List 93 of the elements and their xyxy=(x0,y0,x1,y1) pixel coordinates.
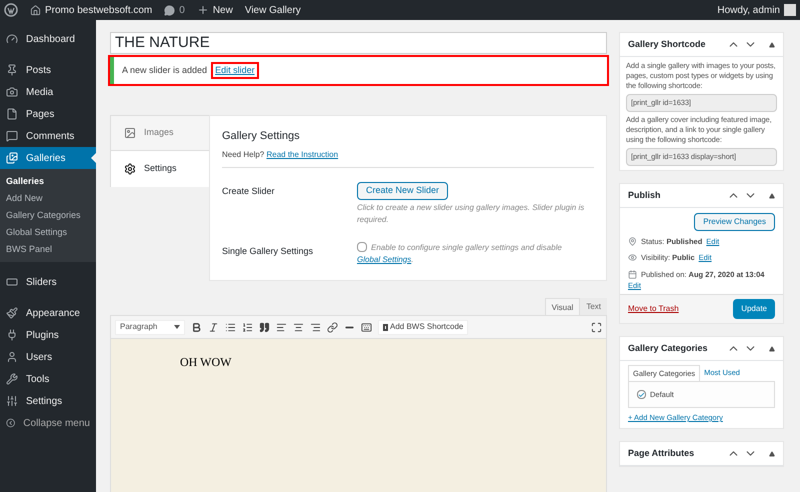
menu-item[interactable]: Posts xyxy=(0,59,96,81)
collapse-icon xyxy=(6,417,16,429)
gear-icon xyxy=(124,163,136,175)
menu-item[interactable]: Dashboard xyxy=(0,28,96,50)
menu-item[interactable]: Tools xyxy=(0,368,96,390)
editor-content[interactable]: OH WOW xyxy=(110,339,607,492)
brush-icon xyxy=(6,307,18,319)
account-link[interactable]: Howdy, admin xyxy=(717,2,796,18)
plus-icon xyxy=(196,4,209,16)
setting-description: Enable to configure single gallery settings and disable xyxy=(371,242,562,252)
current-arrow-icon xyxy=(91,153,96,163)
new-link[interactable]: New xyxy=(196,2,233,18)
toggle-icon[interactable] xyxy=(769,346,775,352)
logo-icon[interactable] xyxy=(4,3,18,17)
toggle-icon[interactable] xyxy=(769,450,775,457)
bold-icon[interactable] xyxy=(191,322,202,332)
italic-icon[interactable] xyxy=(208,322,219,332)
edit-slider-link[interactable]: Edit slider xyxy=(211,62,259,80)
menu-item[interactable]: Pages xyxy=(0,103,96,125)
box-title: Gallery Shortcode xyxy=(628,38,706,51)
view-gallery-link[interactable]: View Gallery xyxy=(244,2,301,18)
wrench-icon xyxy=(6,373,18,385)
submenu-item[interactable]: Gallery Categories xyxy=(0,207,96,224)
instruction-link[interactable]: Read the Instruction xyxy=(266,150,338,158)
speech-bubble-icon xyxy=(164,4,176,16)
menu-item[interactable]: Media xyxy=(0,81,96,103)
site-link[interactable]: Promo bestwebsoft.com xyxy=(30,2,152,18)
menu-item[interactable]: Settings xyxy=(0,390,96,412)
settings-heading: Gallery Settings xyxy=(222,129,301,144)
align-right-icon[interactable] xyxy=(310,322,321,332)
plug-icon xyxy=(6,329,18,341)
global-settings-link[interactable]: Global Settings xyxy=(357,254,412,264)
menu-item[interactable]: Comments xyxy=(0,125,96,147)
box-title: Publish xyxy=(628,188,661,202)
quote-icon[interactable] xyxy=(259,322,270,332)
shortcode-button[interactable]: Add BWS Shortcode xyxy=(378,320,468,334)
toggle-icon[interactable] xyxy=(769,192,775,198)
editor-text: OH WOW xyxy=(180,354,232,371)
bullet-list-icon[interactable] xyxy=(225,322,236,332)
image-icon xyxy=(124,127,136,139)
trash-link[interactable]: Move to Trash xyxy=(628,303,679,315)
update-button[interactable]: Update xyxy=(733,299,775,319)
toggle-icon[interactable] xyxy=(769,42,775,48)
calendar-icon xyxy=(628,270,637,279)
submenu-item[interactable]: Add New xyxy=(0,190,96,207)
user-icon xyxy=(6,351,18,363)
box-title: Gallery Categories xyxy=(628,342,708,355)
numbered-list-icon[interactable] xyxy=(242,322,253,332)
slider-icon xyxy=(6,276,18,288)
pin-icon xyxy=(6,64,18,76)
page-icon xyxy=(6,108,18,120)
fullscreen-icon[interactable] xyxy=(591,322,602,332)
menu-item[interactable]: Users xyxy=(0,346,96,368)
link-icon[interactable] xyxy=(327,322,338,332)
eye-icon xyxy=(628,253,637,262)
menu-item[interactable]: Sliders xyxy=(0,271,96,293)
preview-button[interactable]: Preview Changes xyxy=(694,213,775,231)
format-select[interactable]: Paragraph xyxy=(115,320,185,334)
sliders-icon xyxy=(6,395,18,407)
camera-icon xyxy=(6,86,18,98)
help-text: Need Help? xyxy=(222,150,266,158)
setting-description: Click to create a new slider using gallery images. Slider plugin is required. xyxy=(357,202,586,226)
home-icon xyxy=(30,4,41,16)
title-field[interactable]: THE NATURE xyxy=(110,32,607,54)
gallery-tab[interactable]: Images xyxy=(110,115,209,151)
comments-link[interactable]: 0 xyxy=(164,2,185,18)
dropdown-arrow-icon xyxy=(174,325,180,329)
avatar-icon xyxy=(784,4,796,16)
category-checkbox[interactable] xyxy=(637,390,646,399)
period-text: . xyxy=(411,254,414,264)
gauge-icon xyxy=(6,33,18,45)
gallery-tab[interactable]: Settings xyxy=(110,151,209,187)
menu-item[interactable]: Collapse menu xyxy=(0,412,96,434)
menu-item[interactable]: Galleries xyxy=(0,147,96,169)
keyboard-icon[interactable] xyxy=(361,322,372,332)
editor-tab[interactable]: Visual xyxy=(544,298,580,315)
setting-label: Single Gallery Settings xyxy=(222,244,314,258)
images-icon xyxy=(6,152,18,164)
box-title: Page Attributes xyxy=(628,447,694,460)
setting-checkbox[interactable] xyxy=(357,242,367,252)
setting-label: Create Slider xyxy=(222,184,276,198)
submenu-item[interactable]: Global Settings xyxy=(0,224,96,241)
speech-bubble-icon xyxy=(6,130,18,142)
align-left-icon[interactable] xyxy=(276,322,287,332)
pin-icon xyxy=(628,237,637,246)
create-slider-button[interactable]: Create New Slider xyxy=(357,182,448,200)
align-center-icon[interactable] xyxy=(293,322,304,332)
submenu-item[interactable]: Galleries xyxy=(0,173,96,190)
notice-text: A new slider is added xyxy=(122,64,208,77)
menu-item[interactable]: Plugins xyxy=(0,324,96,346)
submenu-item[interactable]: BWS Panel xyxy=(0,241,96,258)
menu-item[interactable]: Appearance xyxy=(0,302,96,324)
editor-tab[interactable]: Text xyxy=(580,298,607,315)
